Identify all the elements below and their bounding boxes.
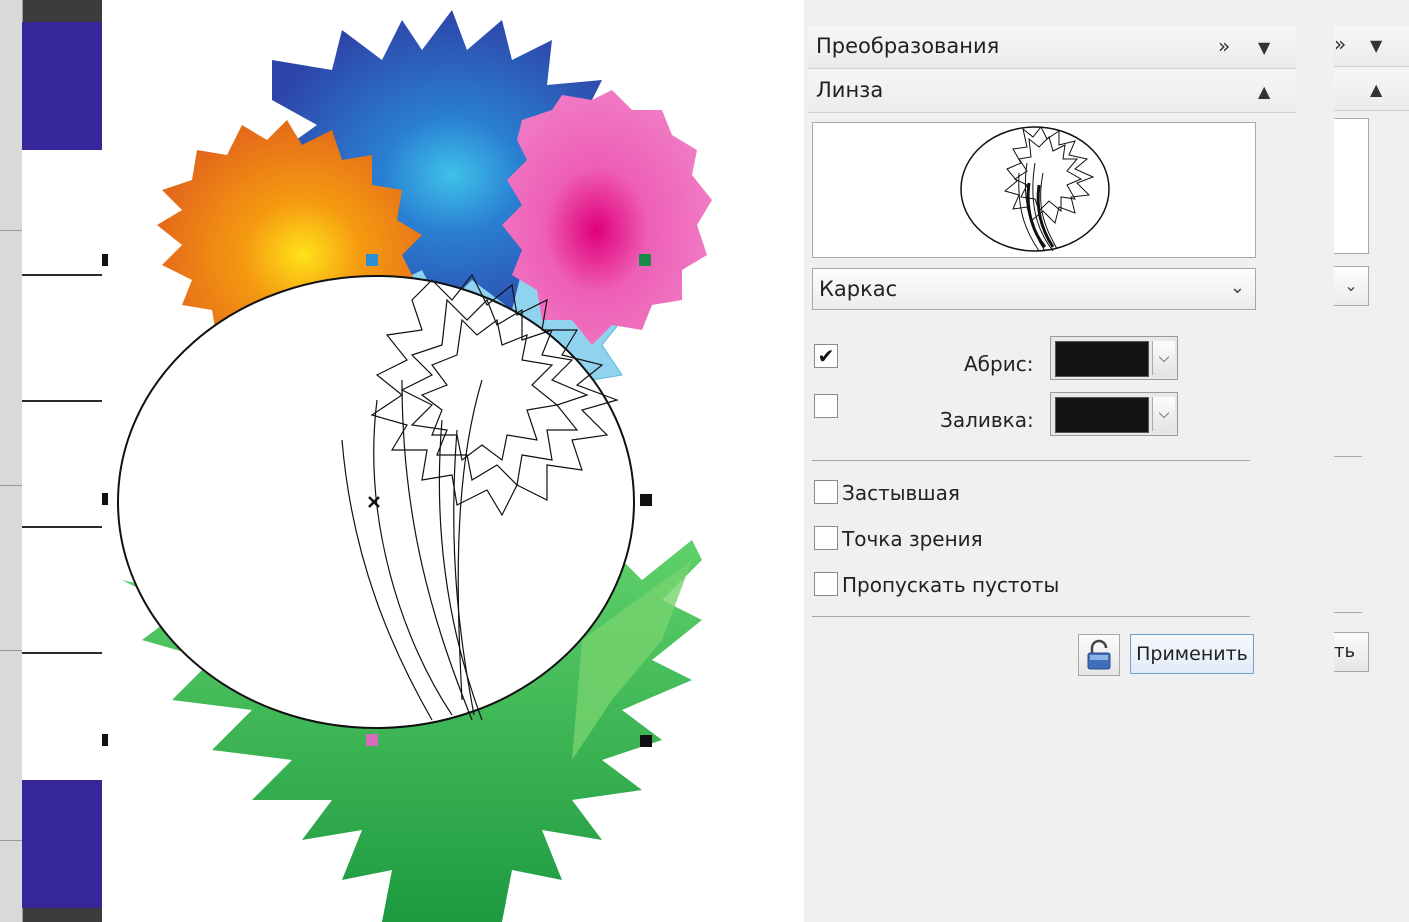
lock-button[interactable] bbox=[1078, 634, 1120, 676]
chevron-down-icon: ⌄ bbox=[1229, 277, 1245, 298]
secondary-header[interactable]: » ▼ bbox=[1334, 26, 1409, 67]
artwork bbox=[102, 10, 712, 922]
fill-color-swatch bbox=[1055, 397, 1149, 433]
triangle-down-icon[interactable]: ▼ bbox=[1258, 38, 1270, 57]
drawing-canvas[interactable] bbox=[102, 0, 804, 922]
secondary-apply-label: ть bbox=[1334, 641, 1356, 662]
outline-color-swatch bbox=[1055, 341, 1149, 377]
fill-checkbox[interactable] bbox=[814, 394, 838, 418]
triangle-up-icon[interactable]: ▲ bbox=[1258, 82, 1270, 101]
remove-face-label: Пропускать пустоты bbox=[842, 573, 1060, 597]
separator bbox=[1334, 612, 1362, 613]
lens-panel-header[interactable]: Линза ▲ bbox=[808, 70, 1296, 113]
palette-swatch-blue[interactable] bbox=[22, 22, 102, 150]
outline-checkbox[interactable]: ✔ bbox=[814, 344, 838, 368]
docker-top-bar bbox=[804, 0, 1334, 24]
chevron-down-icon[interactable]: ⌵ bbox=[1152, 341, 1175, 375]
secondary-docker: » ▼ ▲ ⌄ ть bbox=[1334, 0, 1409, 922]
chevron-down-icon[interactable]: ⌄ bbox=[1334, 266, 1369, 306]
separator bbox=[812, 460, 1250, 461]
outline-label: Абрис: bbox=[964, 352, 1034, 376]
lens-docker: Преобразования » ▼ Линза ▲ Каркас ⌄ ✔ Аб… bbox=[804, 0, 1334, 922]
apply-button[interactable]: Применить bbox=[1130, 634, 1254, 674]
lock-icon bbox=[1087, 639, 1111, 670]
secondary-preview bbox=[1334, 118, 1369, 254]
lens-type-value: Каркас bbox=[819, 277, 898, 301]
remove-face-checkbox[interactable] bbox=[814, 572, 838, 596]
triangle-down-icon[interactable]: ▼ bbox=[1370, 36, 1382, 55]
transform-panel-header[interactable]: Преобразования » ▼ bbox=[808, 26, 1296, 69]
fill-label: Заливка: bbox=[940, 408, 1034, 432]
vertical-ruler bbox=[0, 0, 23, 922]
double-chevron-right-icon[interactable]: » bbox=[1334, 32, 1346, 56]
secondary-header-2[interactable]: ▲ bbox=[1334, 70, 1409, 111]
fill-color-picker[interactable]: ⌵ bbox=[1050, 392, 1178, 436]
secondary-apply-button[interactable]: ть bbox=[1334, 632, 1369, 672]
lens-type-select[interactable]: Каркас ⌄ bbox=[812, 268, 1256, 310]
separator bbox=[812, 616, 1250, 617]
frozen-checkbox[interactable] bbox=[814, 480, 838, 504]
double-chevron-right-icon[interactable]: » bbox=[1218, 34, 1230, 58]
transform-title: Преобразования bbox=[816, 34, 1000, 58]
triangle-up-icon[interactable]: ▲ bbox=[1370, 80, 1382, 99]
viewpoint-checkbox[interactable] bbox=[814, 526, 838, 550]
chevron-down-icon[interactable]: ⌵ bbox=[1152, 397, 1175, 431]
outline-color-picker[interactable]: ⌵ bbox=[1050, 336, 1178, 380]
frozen-label: Застывшая bbox=[842, 481, 960, 505]
color-palette[interactable] bbox=[22, 22, 102, 908]
lens-title: Линза bbox=[816, 78, 884, 102]
lens-preview-image bbox=[960, 126, 1110, 252]
separator bbox=[1334, 456, 1362, 457]
lens-preview bbox=[812, 122, 1256, 258]
palette-swatch-blue-bottom[interactable] bbox=[22, 780, 102, 908]
viewpoint-label: Точка зрения bbox=[842, 527, 983, 551]
